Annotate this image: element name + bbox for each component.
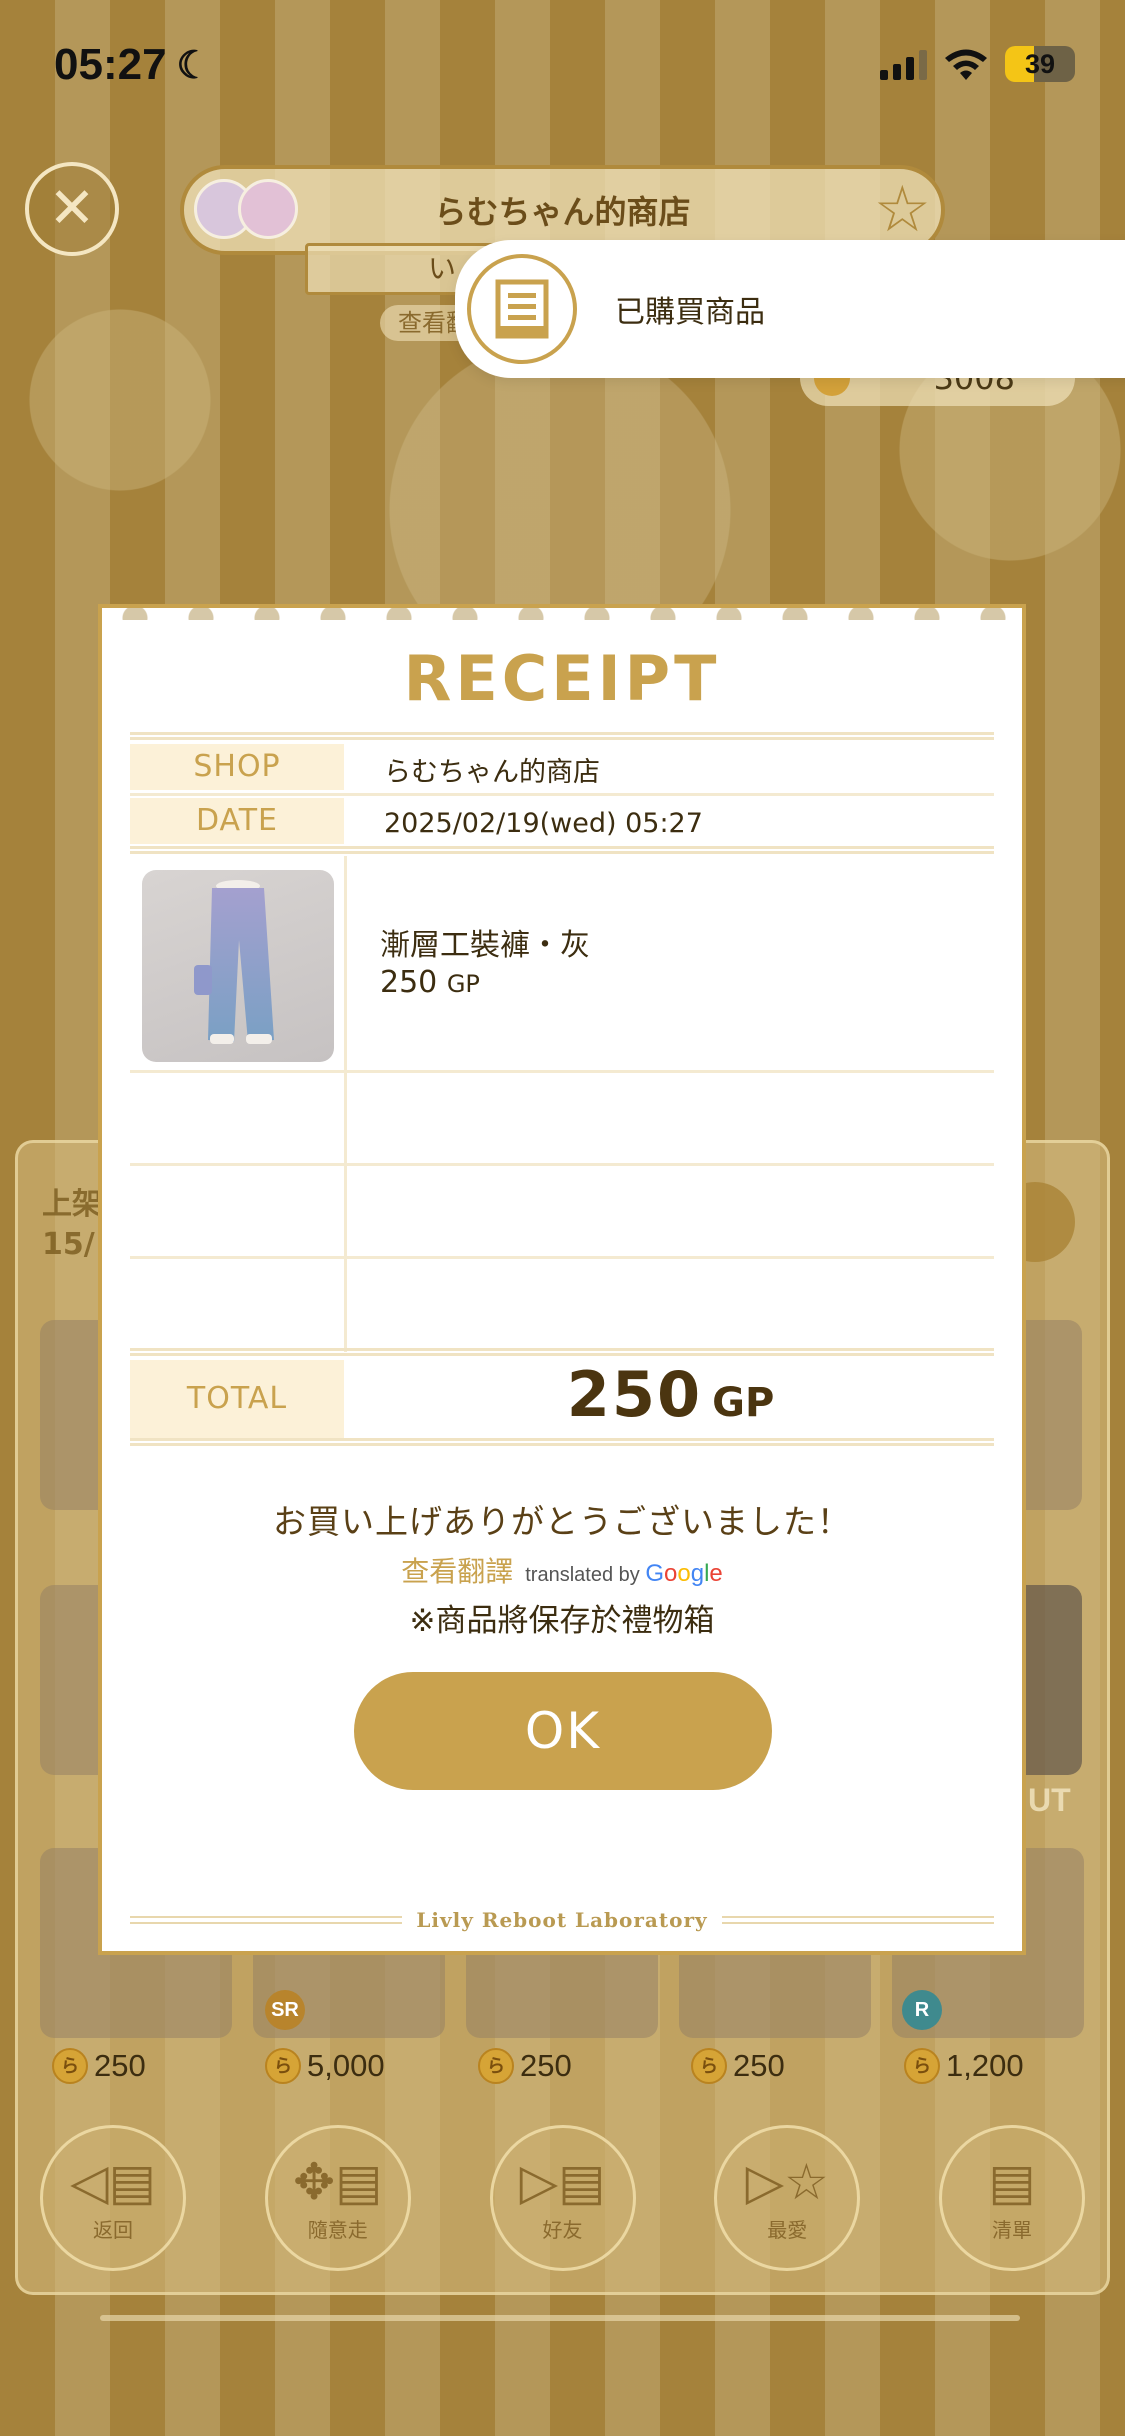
coin-icon: ら	[265, 2048, 301, 2084]
status-time-value: 05:27	[54, 40, 167, 89]
nav-back-button: ◁▤ 返回	[40, 2125, 186, 2271]
item-price: 250 GP	[380, 965, 480, 1000]
random-walk-icon: ✥▤	[293, 2152, 383, 2211]
coin-icon: ら	[52, 2048, 88, 2084]
date-label: DATE	[130, 798, 344, 844]
total-value: 250	[566, 1358, 703, 1431]
friends-icon: ▷▤	[519, 2152, 606, 2211]
favorite-star-icon: ☆	[873, 173, 931, 247]
divider	[130, 793, 994, 796]
footer-brand: Livly Reboot Laboratory	[102, 1908, 1022, 1932]
nav-list-button: ▤ 清單	[939, 2125, 1085, 2271]
item-price-unit: GP	[446, 970, 480, 998]
nav-label: 返回	[93, 2217, 133, 2242]
rarity-badge: R	[902, 1990, 942, 2030]
item-price-value: 250	[380, 965, 438, 1000]
nav-label: 隨意走	[307, 2217, 368, 2242]
divider	[130, 1438, 994, 1446]
sold-out-label: UT	[1028, 1782, 1071, 1818]
date-value: 2025/02/19(wed) 05:27	[384, 808, 703, 839]
item-price: ら 5,000	[265, 2048, 385, 2084]
item-price-value: 250	[733, 2048, 785, 2083]
nav-random-walk-button: ✥▤ 隨意走	[264, 2125, 411, 2271]
total-amount: 250 GP	[347, 1358, 994, 1431]
nav-label: 最愛	[767, 2217, 808, 2242]
receipt-dialog: RECEIPT SHOP らむちゃん的商店 DATE 2025/02/19(we…	[98, 620, 1026, 1955]
battery-level: 39	[1024, 49, 1056, 79]
item-price: ら 250	[691, 2048, 785, 2084]
list-icon: ▤	[988, 2152, 1036, 2211]
shop-subtab-label: い	[428, 252, 457, 285]
panel-title-line: 上架	[42, 1187, 102, 1222]
receipt-icon	[467, 254, 577, 364]
divider	[130, 1348, 994, 1356]
gift-box-note: ※商品將保存於禮物箱	[409, 1603, 715, 1639]
translate-row: 查看翻譯 translated by Google	[102, 1550, 1022, 1590]
panel-title: 上架 15/	[42, 1185, 102, 1265]
wifi-icon	[945, 49, 987, 80]
divider	[130, 846, 994, 854]
avatar	[238, 179, 298, 239]
item-price: ら 1,200	[904, 2048, 1024, 2084]
item-price-value: 250	[94, 2048, 146, 2083]
nav-favorites-button: ▷☆ 最愛	[714, 2125, 861, 2271]
divider	[130, 732, 994, 740]
total-label: TOTAL	[130, 1360, 344, 1438]
cellular-signal-icon	[880, 48, 927, 80]
column-divider	[344, 856, 347, 1352]
view-translation-link[interactable]: 查看翻譯	[401, 1550, 513, 1590]
google-logo: Google	[645, 1560, 723, 1587]
divider	[130, 1256, 994, 1259]
brand-text: Livly Reboot Laboratory	[402, 1908, 722, 1932]
receipt-title: RECEIPT	[403, 642, 721, 715]
panel-title-count: 15/	[42, 1227, 95, 1262]
translated-by-label: translated by Google	[525, 1560, 723, 1588]
item-price: ら 250	[52, 2048, 146, 2084]
back-icon: ◁▤	[70, 2152, 156, 2211]
item-price-value: 1,200	[946, 2048, 1024, 2083]
item-price-value: 250	[520, 2048, 572, 2083]
shop-value: らむちゃん的商店	[384, 757, 600, 788]
battery-icon: 39	[1005, 46, 1075, 82]
coin-icon: ら	[478, 2048, 514, 2084]
nav-label: 清單	[992, 2217, 1032, 2242]
item-price: ら 250	[478, 2048, 572, 2084]
translated-by-text: translated by	[525, 1564, 640, 1586]
status-time: 05:27 ☾	[54, 40, 211, 90]
toast-message: 已購買商品	[615, 295, 765, 330]
moon-icon: ☾	[176, 44, 211, 87]
shop-name: らむちゃん的商店	[434, 193, 691, 231]
status-icons: 39	[880, 46, 1075, 82]
ok-button[interactable]: OK	[354, 1672, 772, 1790]
item-price-value: 5,000	[307, 2048, 385, 2083]
total-unit: GP	[712, 1380, 775, 1426]
nav-friends-button: ▷▤ 好友	[489, 2125, 636, 2271]
thank-you-message: お買い上げありがとうございました！	[273, 1502, 851, 1541]
nav-label: 好友	[542, 2217, 583, 2242]
bottom-divider	[100, 2315, 1020, 2321]
item-thumbnail	[142, 870, 334, 1062]
divider	[130, 1070, 994, 1073]
item-name: 漸層工裝褲・灰	[380, 928, 590, 963]
close-icon: ✕	[25, 162, 119, 256]
rarity-badge: SR	[265, 1990, 305, 2030]
purchase-toast: 已購買商品	[455, 240, 1125, 378]
coin-icon: ら	[904, 2048, 940, 2084]
shop-label: SHOP	[130, 744, 344, 790]
bottom-nav: ◁▤ 返回 ✥▤ 隨意走 ▷▤ 好友 ▷☆ 最愛 ▤ 清單	[40, 2125, 1085, 2295]
coin-icon: ら	[691, 2048, 727, 2084]
divider	[130, 1163, 994, 1166]
favorites-icon: ▷☆	[745, 2152, 829, 2211]
